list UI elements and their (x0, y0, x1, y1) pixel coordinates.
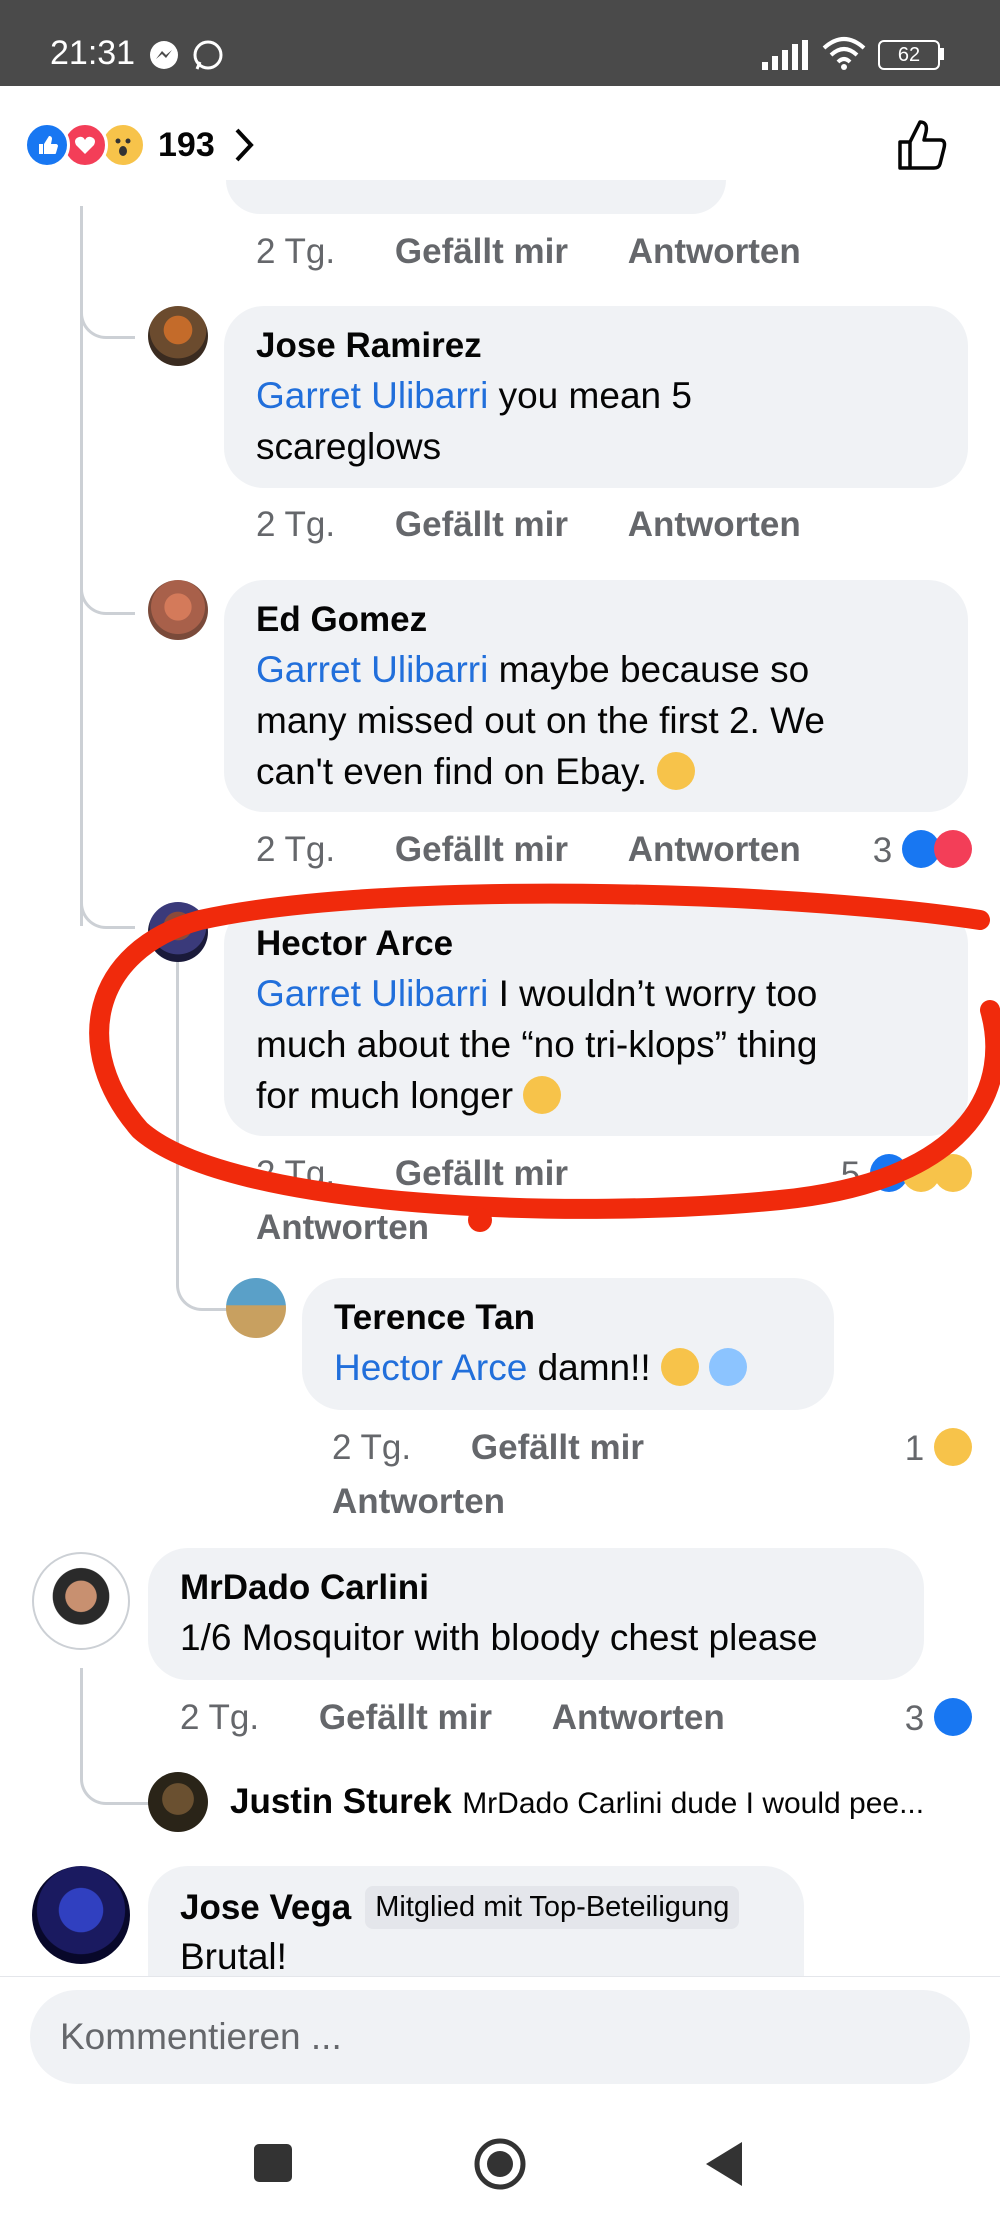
avatar[interactable] (148, 1772, 208, 1832)
comment-time: 2 Tg. (256, 505, 336, 544)
reply-link[interactable]: Antworten (628, 505, 801, 544)
comment-actions: 2 Tg. Gefällt mir Antworten 3 (256, 830, 972, 870)
reaction-count: 3 (904, 1699, 925, 1738)
comment-time: 2 Tg. (256, 232, 336, 271)
mention-link[interactable]: Hector Arce (334, 1347, 527, 1388)
member-badge: Mitglied mit Top-Beteiligung (365, 1886, 740, 1929)
avatar[interactable] (148, 306, 208, 366)
like-link[interactable]: Gefällt mir (471, 1428, 644, 1467)
comment-bubble: MrDado Carlini 1/6 Mosquitor with bloody… (148, 1548, 924, 1680)
mention-link[interactable]: Garret Ulibarri (256, 375, 488, 416)
comment-text: Brutal! (180, 1936, 287, 1976)
reply-link[interactable]: Antworten (628, 232, 801, 271)
comment-text: Garret Ulibarri you mean 5 scareglows (256, 370, 936, 472)
battery-icon: 62 (878, 40, 940, 70)
back-button[interactable] (702, 2140, 746, 2188)
reply-link[interactable]: Antworten (332, 1482, 505, 1521)
system-nav-bar (0, 2104, 1000, 2222)
comment-text-line: many missed out on the first 2. We (256, 700, 825, 741)
battery-tip (940, 48, 944, 60)
avatar[interactable] (148, 580, 208, 640)
comment-author[interactable]: Ed Gomez (256, 600, 936, 640)
like-icon[interactable] (896, 118, 950, 172)
messenger-whatsapp-icons (150, 40, 223, 70)
comment-text: MrDado Carlini dude I would pee... (462, 1787, 925, 1820)
reaction-summary[interactable]: 1 (905, 1428, 972, 1469)
reaction-summary[interactable]: 3 (905, 1698, 972, 1739)
recent-apps-button[interactable] (254, 2144, 292, 2182)
comment-time: 2 Tg. (256, 830, 336, 869)
comment-author[interactable]: Jose Vega (180, 1888, 351, 1928)
like-link[interactable]: Gefällt mir (395, 505, 568, 544)
avatar[interactable] (32, 1866, 130, 1964)
comment-author[interactable]: Justin Sturek (230, 1782, 452, 1821)
like-link[interactable]: Gefällt mir (319, 1698, 492, 1737)
comment-bubble: Jose Ramirez Garret Ulibarri you mean 5 … (224, 306, 968, 488)
reply-preview[interactable]: Justin Sturek MrDado Carlini dude I woul… (230, 1782, 970, 1822)
flushed-emoji-icon (660, 1348, 699, 1386)
red-highlight-circle (89, 883, 1000, 1232)
comment-time: 2 Tg. (332, 1428, 412, 1467)
love-reaction-icon (934, 830, 972, 868)
frown-emoji-icon (657, 752, 696, 790)
reactions-summary[interactable]: 193 (24, 122, 259, 168)
comment-bubble: Ed Gomez Garret Ulibarri maybe because s… (224, 580, 968, 812)
comment-actions: 2 Tg. Gefällt mir 1 Antworten (332, 1428, 972, 1522)
comment-text-line: maybe because so (498, 649, 810, 690)
like-reaction-icon (934, 1698, 972, 1736)
comment-text: 1/6 Mosquitor with bloody chest please (180, 1617, 818, 1658)
reaction-count: 1 (904, 1429, 925, 1468)
comment-actions: 2 Tg. Gefällt mir Antworten (256, 232, 801, 272)
comment-text-line: can't even find on Ebay. (256, 751, 648, 792)
comment-text-line: damn!! (537, 1347, 651, 1388)
comment-author[interactable]: Terence Tan (334, 1298, 802, 1338)
comment-input[interactable]: Kommentieren ... (30, 1990, 970, 2084)
status-time: 21:31 (50, 34, 136, 72)
thread-connector (80, 566, 135, 615)
reaction-count: 193 (158, 126, 215, 164)
comment-bubble (226, 180, 726, 214)
comment-author[interactable]: Jose Ramirez (256, 326, 936, 366)
like-link[interactable]: Gefällt mir (395, 830, 568, 869)
battery-level: 62 (897, 44, 921, 66)
thread-connector (80, 290, 135, 339)
wow-reaction-icon (934, 1428, 972, 1466)
comment-text-line: scareglows (256, 426, 442, 467)
reaction-summary[interactable]: 3 (873, 830, 972, 871)
signal-icon (762, 40, 808, 70)
comment-actions: 2 Tg. Gefällt mir Antworten 3 (180, 1698, 972, 1738)
reply-link[interactable]: Antworten (628, 830, 801, 869)
comment-bubble: Terence Tan Hector Arce damn!! (302, 1278, 834, 1410)
wifi-icon (822, 37, 866, 70)
comment-text: Garret Ulibarri maybe because so many mi… (256, 644, 936, 797)
comment-text-line: you mean 5 (498, 375, 692, 416)
status-bar: 21:31 62 (0, 0, 1000, 86)
comment-text: Hector Arce damn!! (334, 1342, 802, 1393)
comment-time: 2 Tg. (180, 1698, 260, 1737)
mention-link[interactable]: Garret Ulibarri (256, 649, 488, 690)
chevron-right-icon (235, 128, 254, 162)
like-link[interactable]: Gefällt mir (395, 232, 568, 271)
avatar[interactable] (226, 1278, 286, 1338)
comment-bubble: Jose Vega Mitglied mit Top-Beteiligung B… (148, 1866, 804, 1976)
reply-link[interactable]: Antworten (552, 1698, 725, 1737)
avatar[interactable] (32, 1552, 130, 1650)
home-button[interactable] (472, 2136, 528, 2192)
reaction-count: 3 (872, 831, 893, 870)
thread-connector (80, 1668, 153, 1805)
comment-author[interactable]: MrDado Carlini (180, 1568, 892, 1608)
comment-input-placeholder: Kommentieren ... (60, 2016, 342, 2057)
scream-emoji-icon (709, 1348, 748, 1386)
like-reaction-icon (24, 122, 70, 168)
comment-actions: 2 Tg. Gefällt mir Antworten (256, 505, 801, 545)
